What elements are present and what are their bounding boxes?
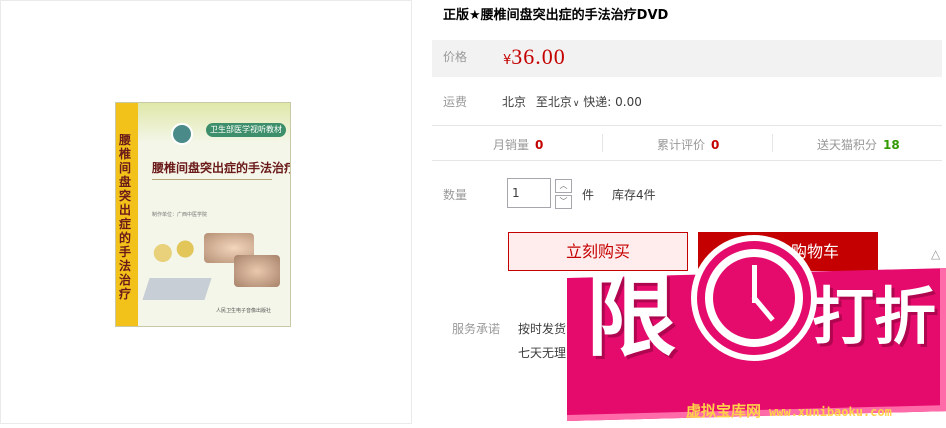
price-value: ¥36.00: [503, 44, 566, 70]
price-amount: 36.00: [511, 44, 566, 69]
price-label: 价格: [443, 50, 468, 64]
chevron-down-icon: ∨: [572, 99, 580, 109]
service-promise-2[interactable]: 七天无理: [518, 344, 566, 361]
price-row: 价格 ¥36.00: [432, 40, 942, 77]
stats-divider: [772, 134, 773, 152]
dvd-cover-title: 腰椎间盘突出症的手法治疗: [152, 161, 291, 175]
dvd-small-text: 制作单位：广西中医学院: [152, 212, 208, 218]
watermark-footer: 虚拟宝库网 www.xunibaoku.com: [686, 400, 892, 421]
watermark-char-xian: 限: [586, 264, 676, 369]
dvd-divider: [152, 179, 272, 180]
clock-face: [713, 257, 795, 339]
product-image-panel: 腰椎间盘突出症的手法治疗 卫生部医学视听教材 腰椎间盘突出症的手法治疗 制作单位…: [0, 0, 412, 424]
shipping-express: 快递: 0.00: [583, 95, 642, 109]
reviews-count: 0: [711, 138, 720, 152]
watermark-site-url: www.xunibaoku.com: [769, 405, 892, 419]
product-page: 腰椎间盘突出症的手法治疗 卫生部医学视听教材 腰椎间盘突出症的手法治疗 制作单位…: [0, 0, 946, 428]
dvd-badge: 卫生部医学视听教材: [206, 123, 286, 137]
shipping-destination: 至北京: [535, 95, 572, 109]
watermark-discount-text: 打折: [812, 280, 937, 353]
monthly-sales: 月销量 0: [493, 136, 543, 153]
dvd-spine: 腰椎间盘突出症的手法治疗: [116, 103, 138, 326]
dvd-photo-2: [234, 255, 280, 287]
dvd-logo-icon: [171, 123, 193, 145]
stock-count: 库存4件: [612, 188, 656, 202]
reviews-label: 累计评价: [657, 138, 706, 152]
product-title: 正版★腰椎间盘突出症的手法治疗DVD: [443, 8, 669, 23]
shipping-label: 运费: [443, 95, 468, 109]
quantity-label: 数量: [443, 188, 468, 202]
monthly-sales-label: 月销量: [493, 138, 530, 152]
dvd-book-graphic: [142, 278, 212, 300]
watermark-site-name: 虚拟宝库网: [686, 402, 762, 420]
product-image[interactable]: 腰椎间盘突出症的手法治疗 卫生部医学视听教材 腰椎间盘突出症的手法治疗 制作单位…: [115, 102, 291, 327]
stats-bar: 月销量 0 累计评价 0 送天猫积分 18: [432, 125, 942, 161]
dvd-flower-graphic: [146, 233, 202, 273]
clock-icon: [697, 241, 811, 355]
clock-hand: [751, 295, 775, 322]
shipping-origin: 北京: [502, 95, 527, 109]
reviews[interactable]: 累计评价 0: [657, 136, 719, 153]
tmall-points: 送天猫积分 18: [817, 136, 900, 153]
service-label: 服务承诺: [452, 322, 501, 336]
shipping-destination-select[interactable]: 至北京∨: [536, 95, 580, 109]
dvd-publisher: 人民卫生电子音像出版社: [216, 308, 272, 314]
tmall-points-label: 送天猫积分: [817, 138, 878, 152]
monthly-sales-count: 0: [535, 138, 544, 152]
dvd-spine-text: 腰椎间盘突出症的手法治疗: [119, 133, 132, 301]
quantity-unit: 件: [582, 188, 595, 202]
shipping-info: 北京 至北京∨ 快递: 0.00: [502, 93, 642, 110]
caret-up-icon: △: [931, 247, 941, 261]
tmall-points-count: 18: [883, 138, 900, 152]
quantity-input[interactable]: [507, 178, 551, 208]
service-promise-1[interactable]: 按时发货: [518, 320, 566, 337]
quantity-decrease-button[interactable]: ﹀: [555, 195, 572, 209]
stats-divider: [602, 134, 603, 152]
quantity-increase-button[interactable]: ︿: [555, 179, 572, 193]
